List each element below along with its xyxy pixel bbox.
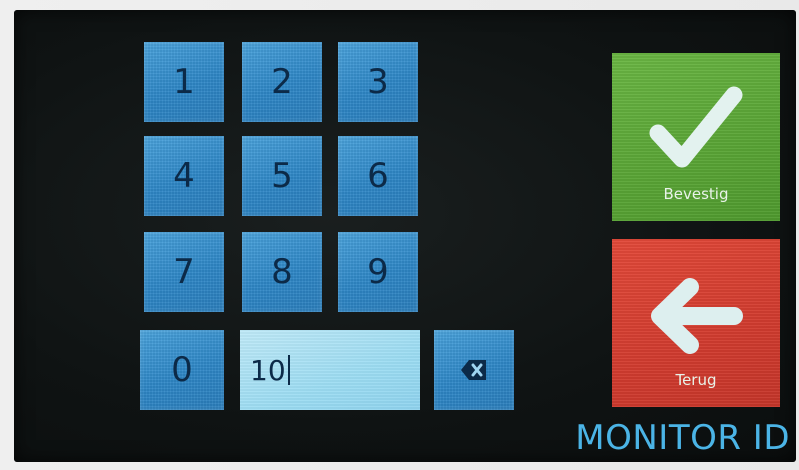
touch-screen: 1 2 3 4 5 6 7 8 9 0 10 Bevestig Terug MO… [14,10,796,462]
backspace-icon [461,360,486,380]
backspace-button[interactable] [434,330,514,410]
confirm-button[interactable]: Bevestig [612,53,780,221]
key-3[interactable]: 3 [338,42,418,122]
confirm-label: Bevestig [663,185,729,203]
key-7[interactable]: 7 [144,232,224,312]
key-4[interactable]: 4 [144,136,224,216]
key-9[interactable]: 9 [338,232,418,312]
key-6[interactable]: 6 [338,136,418,216]
key-1[interactable]: 1 [144,42,224,122]
back-button[interactable]: Terug [612,239,780,407]
key-0[interactable]: 0 [140,330,224,410]
key-2[interactable]: 2 [242,42,322,122]
input-value: 10 [250,353,286,387]
back-label: Terug [675,371,717,389]
device-frame: 1 2 3 4 5 6 7 8 9 0 10 Bevestig Terug MO… [0,0,799,470]
monitor-id-input[interactable]: 10 [240,330,420,410]
key-5[interactable]: 5 [242,136,322,216]
screen-title: MONITOR ID [575,418,790,458]
text-caret [287,355,290,385]
key-8[interactable]: 8 [242,232,322,312]
